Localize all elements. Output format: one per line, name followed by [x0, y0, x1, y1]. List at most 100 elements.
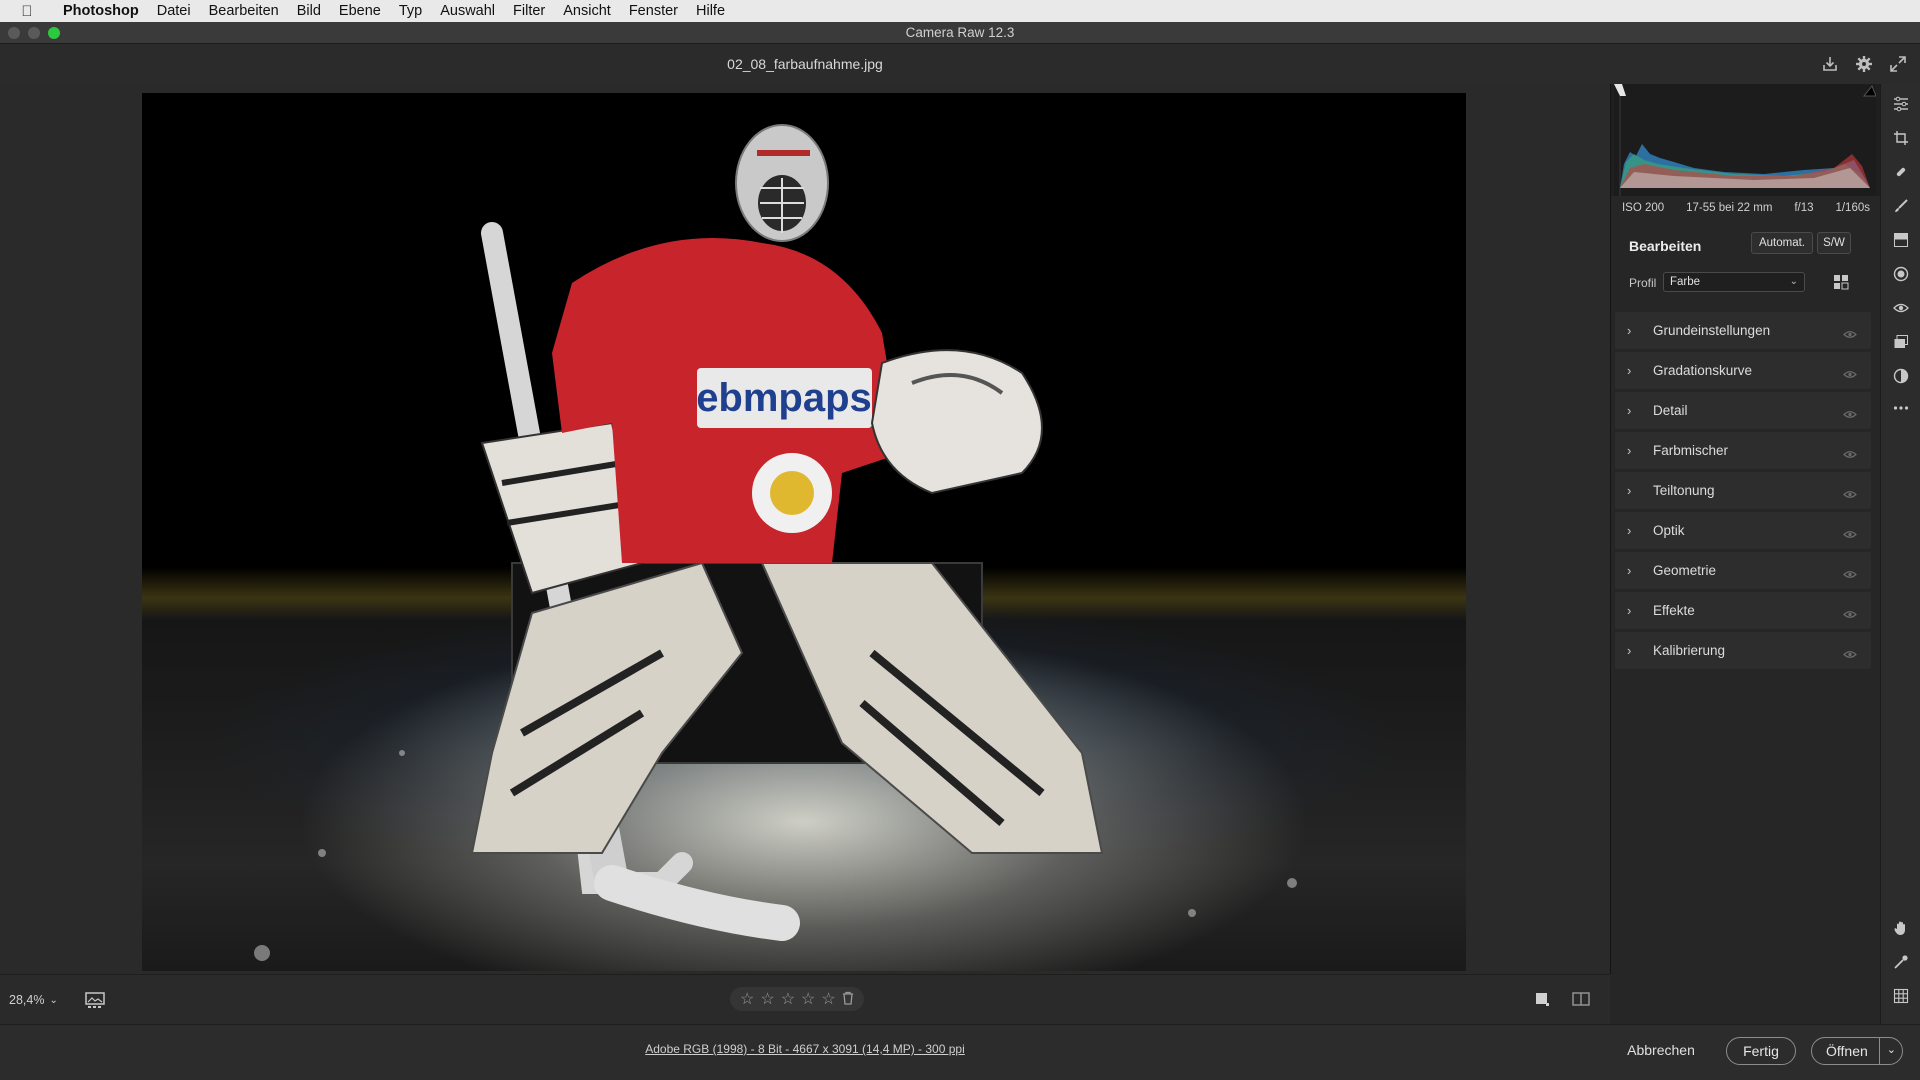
- menu-app-photoshop[interactable]: Photoshop: [54, 3, 148, 19]
- document-header: 02_08_farbaufnahme.jpg: [0, 44, 1920, 84]
- eye-icon[interactable]: [1843, 646, 1857, 658]
- star-icon[interactable]: ☆: [760, 989, 774, 1009]
- auto-button[interactable]: Automat.: [1751, 232, 1813, 254]
- svg-text:ebmpaps: ebmpaps: [696, 376, 872, 420]
- adjustment-brush-icon[interactable]: [1891, 196, 1911, 216]
- workflow-options-link[interactable]: Adobe RGB (1998) - 8 Bit - 4667 x 3091 (…: [0, 1042, 1610, 1056]
- section-farbmischer[interactable]: › Farbmischer: [1615, 432, 1871, 469]
- chevron-down-icon[interactable]: ⌄: [1887, 1043, 1896, 1056]
- eye-icon[interactable]: [1843, 326, 1857, 338]
- fullscreen-icon[interactable]: [1888, 54, 1908, 74]
- window-title: Camera Raw 12.3: [905, 25, 1015, 40]
- profile-label: Profil: [1629, 276, 1657, 290]
- section-grundeinstellungen[interactable]: › Grundeinstellungen: [1615, 312, 1871, 349]
- section-gradationskurve[interactable]: › Gradationskurve: [1615, 352, 1871, 389]
- sampler-tool-icon[interactable]: [1891, 952, 1911, 972]
- menu-bearbeiten[interactable]: Bearbeiten: [200, 3, 288, 19]
- trash-icon[interactable]: [842, 991, 854, 1008]
- chevron-right-icon: ›: [1627, 563, 1632, 578]
- red-eye-icon[interactable]: [1891, 298, 1911, 318]
- menu-datei[interactable]: Datei: [148, 3, 200, 19]
- open-button-label: Öffnen: [1826, 1043, 1868, 1059]
- dialog-footer: Adobe RGB (1998) - 8 Bit - 4667 x 3091 (…: [0, 1024, 1920, 1080]
- save-image-icon[interactable]: [1820, 54, 1840, 74]
- maximize-window-button[interactable]: [48, 27, 60, 39]
- star-icon[interactable]: ☆: [740, 989, 754, 1009]
- macos-menu-bar:  Photoshop Datei Bearbeiten Bild Ebene …: [0, 0, 1920, 22]
- menu-auswahl[interactable]: Auswahl: [431, 3, 504, 19]
- eye-icon[interactable]: [1843, 566, 1857, 578]
- eye-icon[interactable]: [1843, 526, 1857, 538]
- histogram: [1614, 84, 1877, 196]
- done-button[interactable]: Fertig: [1726, 1037, 1796, 1065]
- section-label: Effekte: [1653, 603, 1695, 618]
- eye-icon[interactable]: [1843, 366, 1857, 378]
- menu-fenster[interactable]: Fenster: [620, 3, 687, 19]
- minimize-window-button[interactable]: [28, 27, 40, 39]
- open-button[interactable]: Öffnen ⌄: [1811, 1037, 1903, 1065]
- chevron-right-icon: ›: [1627, 443, 1632, 458]
- edit-panel-body: Bearbeiten Automat. S/W Profil Farbe ⌄ ›…: [1611, 220, 1881, 974]
- star-icon[interactable]: ☆: [821, 989, 835, 1009]
- exif-lens: 17-55 bei 22 mm: [1686, 202, 1773, 214]
- eye-icon[interactable]: [1843, 406, 1857, 418]
- chevron-right-icon: ›: [1627, 363, 1632, 378]
- section-label: Detail: [1653, 403, 1688, 418]
- chevron-down-icon: ⌄: [1789, 276, 1798, 287]
- menu-ansicht[interactable]: Ansicht: [554, 3, 620, 19]
- image-canvas: ebmpaps: [0, 84, 1610, 974]
- before-after-view-icon[interactable]: [1572, 991, 1590, 1010]
- section-label: Optik: [1653, 523, 1685, 538]
- exif-aperture: f/13: [1794, 202, 1814, 214]
- zoom-level-dropdown[interactable]: 28,4% ⌄: [9, 993, 58, 1007]
- apple-menu-icon[interactable]: : [0, 3, 54, 20]
- menu-filter[interactable]: Filter: [504, 3, 554, 19]
- filmstrip-toggle-icon[interactable]: [84, 991, 106, 1009]
- section-kalibrierung[interactable]: › Kalibrierung: [1615, 632, 1871, 669]
- eye-icon[interactable]: [1843, 606, 1857, 618]
- eye-icon[interactable]: [1843, 486, 1857, 498]
- section-teiltonung[interactable]: › Teiltonung: [1615, 472, 1871, 509]
- close-window-button[interactable]: [8, 27, 20, 39]
- menu-hilfe[interactable]: Hilfe: [687, 3, 734, 19]
- grid-overlay-icon[interactable]: [1891, 986, 1911, 1006]
- menu-ebene[interactable]: Ebene: [330, 3, 390, 19]
- section-effekte[interactable]: › Effekte: [1615, 592, 1871, 629]
- single-view-icon[interactable]: [1534, 991, 1550, 1010]
- gear-icon[interactable]: [1854, 54, 1874, 74]
- presets-icon[interactable]: [1891, 366, 1911, 386]
- hand-tool-icon[interactable]: [1891, 918, 1911, 938]
- graduated-filter-icon[interactable]: [1891, 230, 1911, 250]
- section-optik[interactable]: › Optik: [1615, 512, 1871, 549]
- cancel-button[interactable]: Abbrechen: [1610, 1042, 1712, 1058]
- tool-strip: [1880, 84, 1920, 1024]
- radial-filter-icon[interactable]: [1891, 264, 1911, 284]
- section-geometrie[interactable]: › Geometrie: [1615, 552, 1871, 589]
- star-icon[interactable]: ☆: [781, 989, 795, 1009]
- section-label: Grundeinstellungen: [1653, 323, 1771, 338]
- preview-photo[interactable]: ebmpaps: [142, 93, 1466, 971]
- black-white-button[interactable]: S/W: [1817, 232, 1851, 254]
- menu-typ[interactable]: Typ: [390, 3, 431, 19]
- chevron-right-icon: ›: [1627, 483, 1632, 498]
- exif-info-bar: ISO 200 17-55 bei 22 mm f/13 1/160s: [1611, 196, 1881, 220]
- snapshots-icon[interactable]: [1891, 332, 1911, 352]
- star-icon[interactable]: ☆: [801, 989, 815, 1009]
- profile-select[interactable]: Farbe ⌄: [1663, 272, 1805, 292]
- chevron-right-icon: ›: [1627, 643, 1632, 658]
- section-detail[interactable]: › Detail: [1615, 392, 1871, 429]
- section-label: Kalibrierung: [1653, 643, 1726, 658]
- crop-icon[interactable]: [1891, 128, 1911, 148]
- section-label: Teiltonung: [1653, 483, 1715, 498]
- menu-bild[interactable]: Bild: [288, 3, 330, 19]
- edit-panel-title: Bearbeiten: [1629, 238, 1702, 254]
- star-rating: ☆ ☆ ☆ ☆ ☆: [730, 987, 864, 1011]
- section-label: Farbmischer: [1653, 443, 1729, 458]
- chevron-right-icon: ›: [1627, 603, 1632, 618]
- healing-brush-icon[interactable]: [1891, 162, 1911, 182]
- more-options-icon[interactable]: [1891, 398, 1911, 418]
- window-controls: [8, 27, 60, 39]
- profile-browser-icon[interactable]: [1833, 274, 1849, 290]
- eye-icon[interactable]: [1843, 446, 1857, 458]
- edit-sliders-icon[interactable]: [1891, 94, 1911, 114]
